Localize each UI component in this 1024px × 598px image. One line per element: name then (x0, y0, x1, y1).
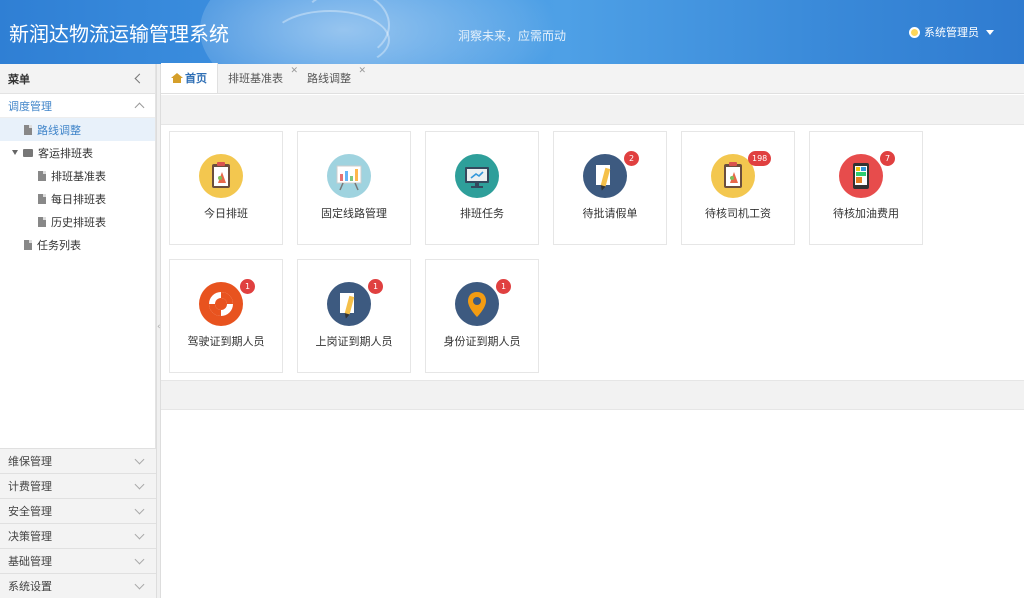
user-icon (909, 26, 920, 38)
caret-down-icon (986, 29, 994, 35)
clipboard-icon (199, 154, 243, 198)
card-label: 待核司机工资 (705, 207, 771, 220)
footer-band (161, 380, 1024, 410)
monitor-icon (455, 154, 499, 198)
notification-badge: 1 (496, 279, 511, 294)
chevron-down-icon (134, 454, 145, 465)
main-content: 首页 排班基准表 ✕ 路线调整 ✕ 今日排班 固定线路管理 排班任务 2 待批请… (161, 63, 1024, 598)
sidebar-group-label: 安全管理 (8, 505, 52, 518)
card-driver-salary[interactable]: 198 待核司机工资 (681, 131, 795, 245)
sidebar-collapsed-groups: 维保管理 计费管理 安全管理 决策管理 基础管理 系统设置 (0, 448, 156, 598)
sidebar-item-task-list[interactable]: 任务列表 (0, 233, 155, 256)
sidebar-item-label: 历史排班表 (51, 215, 106, 229)
sidebar-item-passenger-schedule[interactable]: 客运排班表 (0, 141, 155, 164)
sidebar: 菜单 调度管理 路线调整 客运排班表 排班基准表 每日排班表 历史排班表 任务列… (0, 64, 156, 598)
user-name: 系统管理员 (924, 26, 979, 39)
card-label: 身份证到期人员 (443, 335, 521, 348)
file-icon (38, 216, 46, 227)
card-label: 上岗证到期人员 (315, 335, 393, 348)
map-pin-icon (455, 282, 499, 326)
card-label: 待核加油费用 (833, 207, 899, 220)
tab-label: 路线调整 (307, 72, 351, 85)
sidebar-title: 菜单 (8, 72, 30, 86)
sidebar-group-label: 基础管理 (8, 555, 52, 568)
file-icon (38, 170, 46, 181)
app-header: 新润达物流运输管理系统 洞察未来，应需而动 系统管理员 (0, 0, 1024, 64)
card-label: 今日排班 (204, 207, 248, 220)
tab-label: 排班基准表 (228, 72, 283, 85)
sidebar-group-safety[interactable]: 安全管理 (0, 498, 156, 523)
sidebar-item-label: 排班基准表 (51, 169, 106, 183)
home-icon (171, 73, 183, 83)
tablet-icon (839, 154, 883, 198)
notification-badge: 7 (880, 151, 895, 166)
tab-label: 首页 (185, 72, 207, 85)
card-label: 固定线路管理 (321, 207, 387, 220)
sidebar-group-settings[interactable]: 系统设置 (0, 573, 156, 598)
sidebar-item-label: 任务列表 (37, 238, 81, 252)
sidebar-group-label: 维保管理 (8, 455, 52, 468)
sidebar-group-label: 调度管理 (8, 99, 52, 113)
sidebar-item-label: 路线调整 (37, 123, 81, 137)
chevron-down-icon (134, 579, 145, 590)
card-fuel-cost[interactable]: 7 待核加油费用 (809, 131, 923, 245)
sidebar-group-label: 计费管理 (8, 480, 52, 493)
card-id-card-expiry[interactable]: 1 身份证到期人员 (425, 259, 539, 373)
close-icon[interactable]: ✕ (358, 66, 366, 76)
chevron-down-icon (134, 529, 145, 540)
sidebar-group-decision[interactable]: 决策管理 (0, 523, 156, 548)
sidebar-item-schedule-baseline[interactable]: 排班基准表 (0, 164, 155, 187)
tab-bar: 首页 排班基准表 ✕ 路线调整 ✕ (161, 63, 1024, 94)
tab-schedule-baseline[interactable]: 排班基准表 ✕ (218, 63, 298, 93)
sidebar-group-basic[interactable]: 基础管理 (0, 548, 156, 573)
chevron-down-icon (134, 504, 145, 515)
notification-badge: 198 (748, 151, 772, 166)
header-slogan: 洞察未来，应需而动 (458, 29, 567, 43)
card-schedule-task[interactable]: 排班任务 (425, 131, 539, 245)
sidebar-group-billing[interactable]: 计费管理 (0, 473, 156, 498)
card-pending-leave[interactable]: 2 待批请假单 (553, 131, 667, 245)
card-label: 排班任务 (460, 207, 504, 220)
splitter-handle-icon[interactable]: ‹ (157, 322, 161, 336)
pen-document-icon (583, 154, 627, 198)
chevron-up-icon (134, 102, 145, 112)
card-label: 待批请假单 (582, 207, 638, 220)
dashboard-grid: 今日排班 固定线路管理 排班任务 2 待批请假单 198 待核司机工资 7 待核… (161, 126, 1024, 379)
file-icon (24, 239, 32, 250)
card-driver-license-expiry[interactable]: 1 驾驶证到期人员 (169, 259, 283, 373)
sidebar-group-label: 决策管理 (8, 530, 52, 543)
card-label: 驾驶证到期人员 (187, 335, 265, 348)
user-menu[interactable]: 系统管理员 (909, 24, 994, 40)
sidebar-item-daily-schedule[interactable]: 每日排班表 (0, 187, 155, 210)
tab-route-adjust[interactable]: 路线调整 ✕ (297, 63, 366, 93)
app-title: 新润达物流运输管理系统 (9, 22, 229, 46)
sidebar-group-label: 系统设置 (8, 580, 52, 593)
file-icon (24, 124, 32, 135)
notification-badge: 2 (624, 151, 639, 166)
chart-board-icon (327, 154, 371, 198)
card-work-permit-expiry[interactable]: 1 上岗证到期人员 (297, 259, 411, 373)
card-fixed-route[interactable]: 固定线路管理 (297, 131, 411, 245)
sidebar-group-dispatch[interactable]: 调度管理 (0, 94, 155, 118)
card-today-schedule[interactable]: 今日排班 (169, 131, 283, 245)
pen-document-icon (327, 282, 371, 326)
notification-badge: 1 (240, 279, 255, 294)
tab-home[interactable]: 首页 (161, 63, 218, 93)
chevron-down-icon (134, 554, 145, 565)
collapse-sidebar-icon[interactable] (134, 73, 145, 84)
sidebar-item-label: 每日排班表 (51, 192, 106, 206)
folder-open-icon (23, 148, 33, 157)
file-icon (38, 193, 46, 204)
sidebar-item-history-schedule[interactable]: 历史排班表 (0, 210, 155, 233)
sidebar-item-label: 客运排班表 (38, 146, 93, 160)
notification-badge: 1 (368, 279, 383, 294)
expand-triangle-icon[interactable] (12, 150, 18, 155)
chevron-down-icon (134, 479, 145, 490)
toolbar-band (161, 95, 1024, 125)
sidebar-header: 菜单 (0, 64, 155, 94)
sidebar-group-maintenance[interactable]: 维保管理 (0, 448, 156, 473)
sidebar-item-route-adjust[interactable]: 路线调整 (0, 118, 155, 141)
lifebuoy-icon (199, 282, 243, 326)
